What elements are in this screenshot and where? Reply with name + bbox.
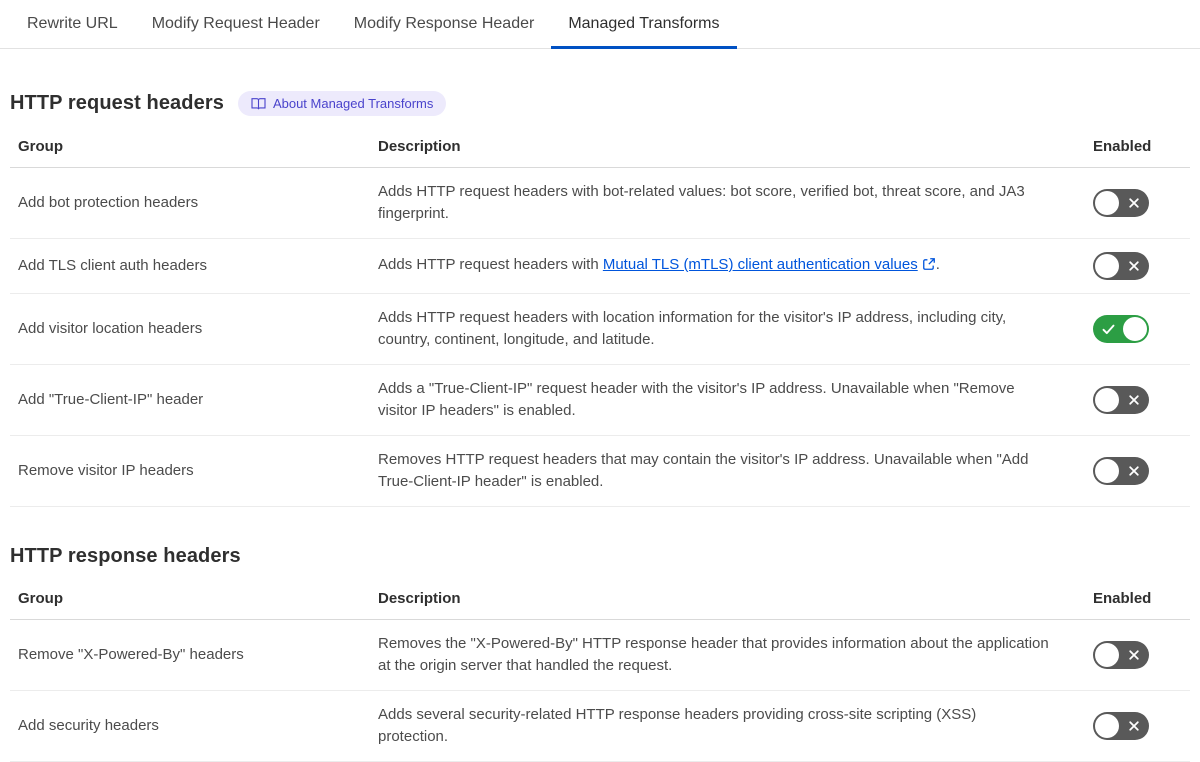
toggle-knob — [1095, 254, 1119, 278]
enabled-cell — [1085, 373, 1190, 427]
toggle-knob — [1123, 317, 1147, 341]
mtls-documentation-link[interactable]: Mutual TLS (mTLS) client authentication … — [603, 256, 918, 273]
tab-modify-request-header[interactable]: Modify Request Header — [135, 0, 337, 48]
enabled-cell — [1085, 302, 1190, 356]
enabled-toggle-off[interactable] — [1093, 252, 1149, 280]
enabled-cell — [1085, 628, 1190, 682]
x-icon — [1128, 457, 1140, 485]
column-header-group: Group — [18, 138, 63, 155]
enabled-cell — [1085, 176, 1190, 230]
toggle-knob — [1095, 714, 1119, 738]
http-response-headers-section: HTTP response headers Group Description … — [0, 545, 1200, 762]
group-label: Remove visitor IP headers — [18, 462, 194, 479]
check-icon — [1102, 315, 1115, 343]
group-label: Add "True-Client-IP" header — [18, 391, 204, 408]
toggle-knob — [1095, 643, 1119, 667]
enabled-cell — [1085, 699, 1190, 753]
tab-modify-response-header[interactable]: Modify Response Header — [337, 0, 552, 48]
table-row: Add "True-Client-IP" header Adds a "True-… — [10, 365, 1190, 436]
book-icon — [251, 97, 266, 110]
column-header-description: Description — [378, 590, 461, 607]
table-row: Add bot protection headers Adds HTTP requ… — [10, 168, 1190, 239]
about-managed-transforms-badge[interactable]: About Managed Transforms — [237, 91, 447, 116]
external-link-icon[interactable] — [922, 256, 936, 278]
description-text: Removes the "X-Powered-By" HTTP response… — [378, 635, 1049, 674]
http-request-headers-section: HTTP request headers About Managed Trans… — [0, 91, 1200, 507]
description-text: Adds HTTP request headers with bot-relat… — [378, 183, 1025, 222]
description-text: Adds HTTP request headers with Mutual TL… — [370, 241, 1085, 291]
enabled-toggle-off[interactable] — [1093, 712, 1149, 740]
x-icon — [1128, 252, 1140, 280]
column-header-description: Description — [378, 138, 461, 155]
table-row: Add TLS client auth headers Adds HTTP req… — [10, 239, 1190, 294]
enabled-toggle-off[interactable] — [1093, 457, 1149, 485]
section-title: HTTP response headers — [10, 545, 241, 567]
group-label: Add visitor location headers — [18, 320, 203, 337]
table-row: Remove visitor IP headers Removes HTTP re… — [10, 436, 1190, 507]
table-row: Remove "X-Powered-By" headers Removes the… — [10, 620, 1190, 691]
x-icon — [1128, 189, 1140, 217]
toggle-knob — [1095, 459, 1119, 483]
section-title: HTTP request headers — [10, 92, 224, 114]
table-header-row: Group Description Enabled — [10, 584, 1190, 620]
table-row: Add visitor location headers Adds HTTP re… — [10, 294, 1190, 365]
enabled-toggle-on[interactable] — [1093, 315, 1149, 343]
badge-label: About Managed Transforms — [272, 96, 434, 111]
group-label: Remove "X-Powered-By" headers — [18, 646, 244, 663]
toggle-knob — [1095, 388, 1119, 412]
x-icon — [1128, 712, 1140, 740]
column-header-group: Group — [18, 590, 63, 607]
x-icon — [1128, 641, 1140, 669]
description-text: Adds a "True-Client-IP" request header w… — [378, 380, 1015, 419]
enabled-toggle-off[interactable] — [1093, 641, 1149, 669]
tab-rewrite-url[interactable]: Rewrite URL — [10, 0, 135, 48]
request-headers-table: Group Description Enabled Add bot protec… — [10, 132, 1190, 507]
group-label: Add bot protection headers — [18, 194, 199, 211]
description-text: Adds several security-related HTTP respo… — [378, 706, 977, 745]
enabled-cell — [1085, 444, 1190, 498]
column-header-enabled: Enabled — [1093, 138, 1152, 155]
group-label: Add TLS client auth headers — [18, 257, 208, 274]
description-text: Adds HTTP request headers with location … — [378, 309, 1007, 348]
enabled-toggle-off[interactable] — [1093, 189, 1149, 217]
group-label: Add security headers — [18, 717, 159, 734]
response-headers-table: Group Description Enabled Remove "X-Powe… — [10, 584, 1190, 762]
toggle-knob — [1095, 191, 1119, 215]
table-header-row: Group Description Enabled — [10, 132, 1190, 168]
enabled-toggle-off[interactable] — [1093, 386, 1149, 414]
description-text: Removes HTTP request headers that may co… — [378, 451, 1029, 490]
enabled-cell — [1085, 239, 1190, 293]
column-header-enabled: Enabled — [1093, 590, 1152, 607]
tab-managed-transforms[interactable]: Managed Transforms — [551, 0, 737, 49]
x-icon — [1128, 386, 1140, 414]
transform-rules-tabbar: Rewrite URL Modify Request Header Modify… — [0, 0, 1200, 49]
table-row: Add security headers Adds several securit… — [10, 691, 1190, 762]
